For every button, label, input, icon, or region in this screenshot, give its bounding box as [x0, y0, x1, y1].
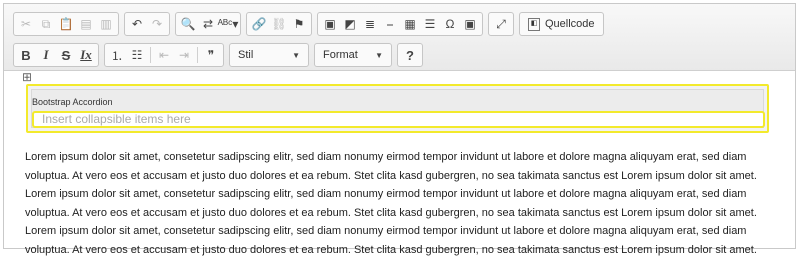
anchor-flag-icon[interactable]: ⚑ [289, 14, 309, 34]
undo-icon[interactable]: ↶ [127, 14, 147, 34]
maximize-icon[interactable]: ⤢ [491, 14, 511, 34]
links-group: 🔗 ⛓ ⚑ [246, 12, 312, 36]
horizontal-rule-icon[interactable]: ⎯ [380, 14, 400, 34]
accordion-items-input[interactable]: Insert collapsible items here [32, 111, 765, 128]
table-icon[interactable]: ▦ [400, 14, 420, 34]
list-group: ⒈ ☷ ⇤ ⇥ ❞ [104, 43, 224, 67]
unlink-icon[interactable]: ⛓ [269, 14, 289, 34]
link-icon[interactable]: 🔗 [249, 14, 269, 34]
spellcheck-icon[interactable]: ᴬᴮᶜ▾ [218, 14, 239, 34]
blockquote-icon[interactable]: ❞ [201, 45, 221, 65]
editor-toolbar: ✂ ⧉ 📋 ▤ ▥ ↶ ↷ 🔍 ⇄ ᴬᴮᶜ▾ 🔗 ⛓ ⚑ ▣ ◩ ≣ ⎯ ▦ ☰ Ω ▣ ⤢ ◧ Quellco… [4, 4, 795, 71]
outdent-icon[interactable]: ⇤ [154, 45, 174, 65]
styles-group: Stil ▼ [229, 43, 309, 67]
basic-styles-group: B I S Ix [13, 43, 99, 67]
help-button[interactable]: ? [400, 45, 420, 65]
style-dropdown[interactable]: Stil ▼ [232, 45, 306, 65]
format-dropdown[interactable]: Format ▼ [317, 45, 389, 65]
redo-icon[interactable]: ↷ [147, 14, 167, 34]
clipboard-group: ✂ ⧉ 📋 ▤ ▥ [13, 12, 119, 36]
find-icon[interactable]: 🔍 [178, 14, 198, 34]
chevron-down-icon: ▼ [292, 50, 300, 60]
numbered-list-icon[interactable]: ⒈ [107, 45, 127, 65]
paste-text-icon[interactable]: ▤ [76, 14, 96, 34]
justify-icon[interactable]: ☰ [420, 14, 440, 34]
image-icon[interactable]: ▣ [320, 14, 340, 34]
indent-icon[interactable]: ⇥ [174, 45, 194, 65]
source-label: Quellcode [545, 18, 595, 30]
strike-icon[interactable]: S [56, 45, 76, 65]
style-dropdown-label: Stil [238, 49, 254, 61]
source-group: ◧ Quellcode [519, 12, 604, 36]
source-icon: ◧ [528, 17, 540, 31]
find-group: 🔍 ⇄ ᴬᴮᶜ▾ [175, 12, 241, 36]
body-paragraph[interactable]: Lorem ipsum dolor sit amet, consetetur s… [25, 148, 777, 259]
remove-format-icon[interactable]: Ix [76, 45, 96, 65]
undo-redo-group: ↶ ↷ [124, 12, 170, 36]
toolbar-row-2: B I S Ix ⒈ ☷ ⇤ ⇥ ❞ Stil ▼ Format ▼ ? [13, 42, 428, 68]
format-dropdown-label: Format [323, 49, 358, 61]
paste-icon[interactable]: 📋 [56, 14, 76, 34]
insert-group: ▣ ◩ ≣ ⎯ ▦ ☰ Ω ▣ [317, 12, 483, 36]
accordion-title: Bootstrap Accordion [32, 97, 113, 107]
replace-icon[interactable]: ⇄ [198, 14, 218, 34]
italic-icon[interactable]: I [36, 45, 56, 65]
bulleted-list-icon[interactable]: ☷ [127, 45, 147, 65]
chevron-down-icon: ▼ [375, 50, 383, 60]
source-button[interactable]: ◧ Quellcode [522, 14, 601, 34]
copy-icon[interactable]: ⧉ [36, 14, 56, 34]
toolbar-divider [150, 47, 151, 63]
image2-icon[interactable]: ◩ [340, 14, 360, 34]
toolbar-divider [197, 47, 198, 63]
bold-icon[interactable]: B [16, 45, 36, 65]
special-char-icon[interactable]: Ω [440, 14, 460, 34]
media-icon[interactable]: ▣ [460, 14, 480, 34]
maximize-group: ⤢ [488, 12, 514, 36]
help-group: ? [397, 43, 423, 67]
bulleted-block-icon[interactable]: ≣ [360, 14, 380, 34]
format-group: Format ▼ [314, 43, 392, 67]
cut-icon[interactable]: ✂ [16, 14, 36, 34]
widget-drag-handle-icon[interactable]: ⊞ [22, 71, 33, 83]
paste-word-icon[interactable]: ▥ [96, 14, 116, 34]
toolbar-row-1: ✂ ⧉ 📋 ▤ ▥ ↶ ↷ 🔍 ⇄ ᴬᴮᶜ▾ 🔗 ⛓ ⚑ ▣ ◩ ≣ ⎯ ▦ ☰ Ω ▣ ⤢ ◧ Quellco… [13, 11, 609, 37]
